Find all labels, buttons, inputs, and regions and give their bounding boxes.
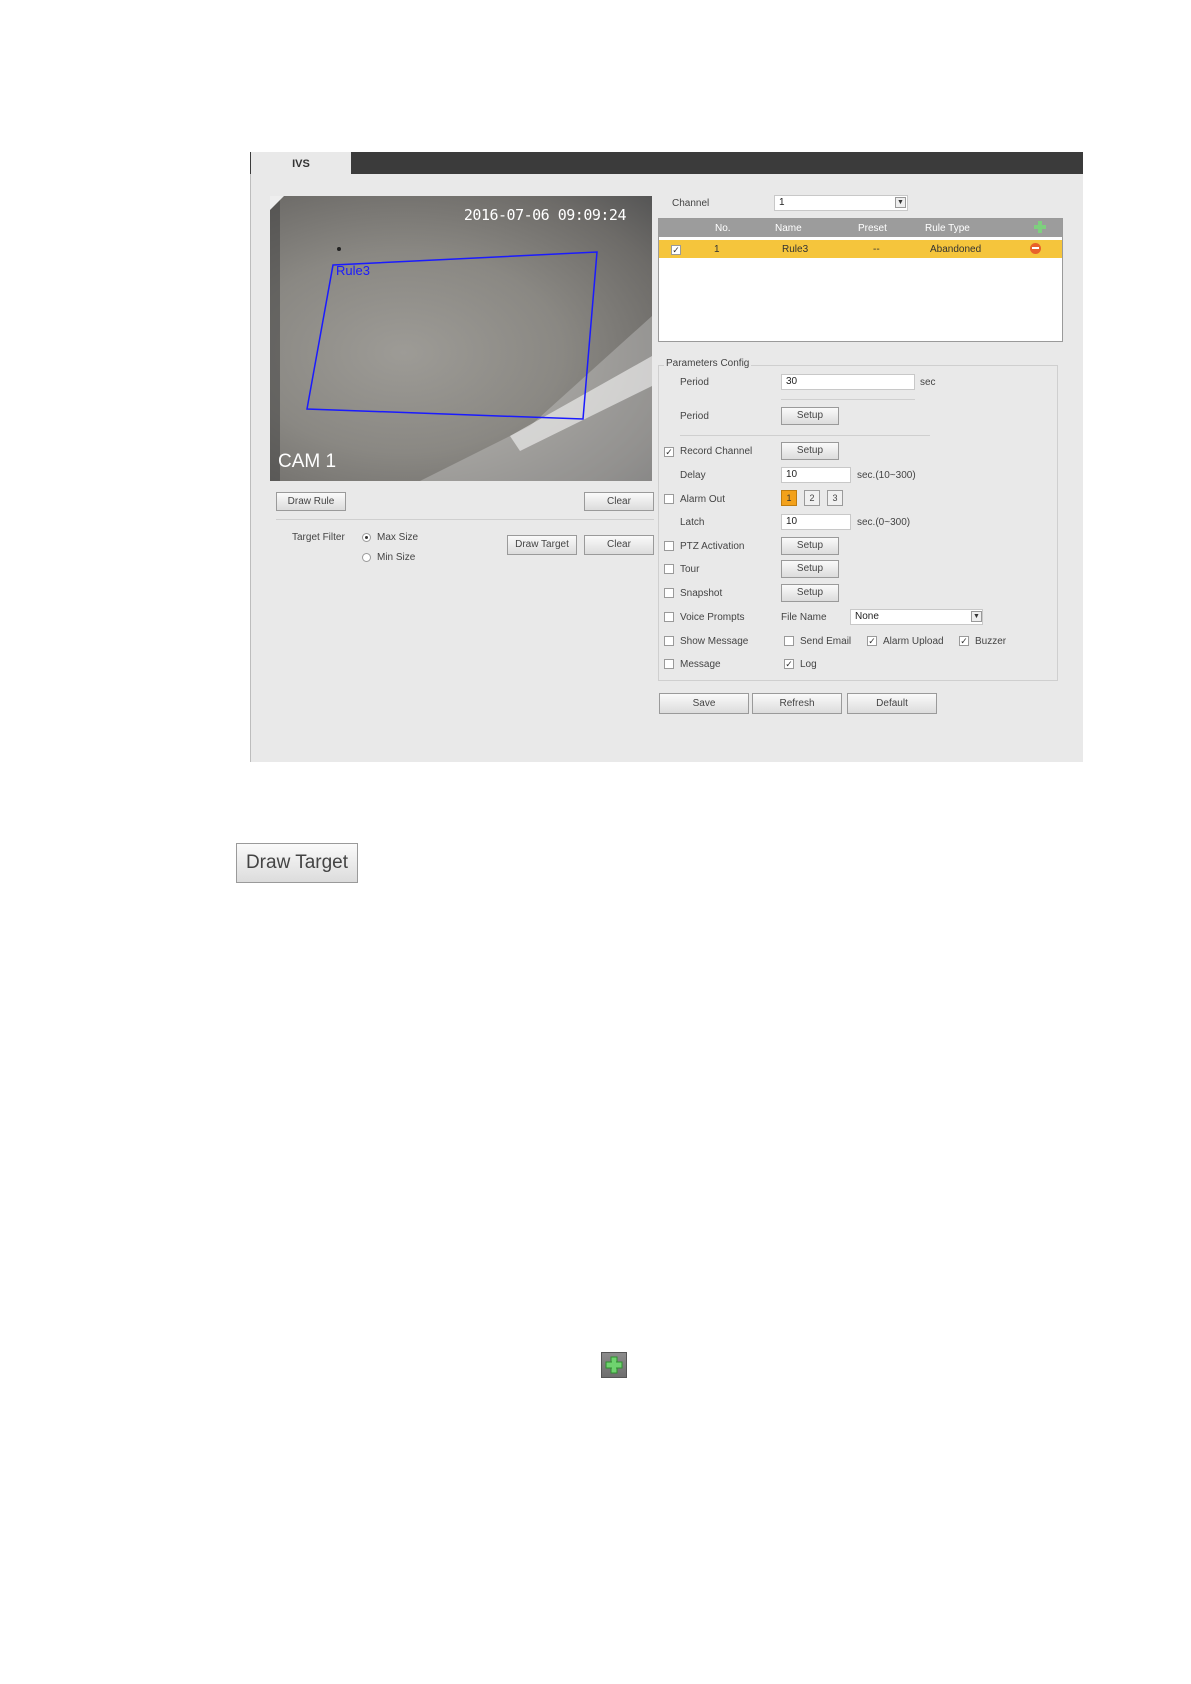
snapshot-setup-button[interactable]: Setup [781, 584, 839, 602]
record-channel-checkbox[interactable]: ✓ [664, 447, 674, 457]
show-message-checkbox[interactable] [664, 636, 674, 646]
chevron-down-icon[interactable]: ▼ [971, 611, 982, 622]
draw-target-button[interactable]: Draw Target [507, 535, 577, 555]
log-checkbox[interactable]: ✓ [784, 659, 794, 669]
max-size-label: Max Size [377, 532, 419, 543]
voice-prompts-checkbox[interactable] [664, 612, 674, 622]
voice-prompts-label: Voice Prompts [680, 612, 745, 623]
alarm-out-checkbox[interactable] [664, 494, 674, 504]
tour-checkbox[interactable] [664, 564, 674, 574]
delay-unit: sec.(10~300) [857, 470, 916, 481]
col-rule-type: Rule Type [925, 223, 970, 234]
rule-no: 1 [714, 244, 720, 255]
period-label: Period [680, 377, 709, 388]
tour-label: Tour [680, 564, 700, 575]
rule-type: Abandoned [930, 244, 982, 255]
default-button[interactable]: Default [847, 693, 937, 714]
draw-rule-button[interactable]: Draw Rule [276, 492, 346, 511]
file-name-label: File Name [781, 612, 827, 623]
alarm-upload-checkbox[interactable]: ✓ [867, 636, 877, 646]
alarm-upload-label: Alarm Upload [883, 636, 944, 647]
alarm-out-2[interactable]: 2 [804, 490, 820, 506]
add-icon[interactable] [601, 1352, 627, 1378]
rule-name: Rule3 [782, 244, 809, 255]
min-size-label: Min Size [377, 552, 416, 563]
divider [680, 435, 930, 436]
channel-label: Channel [672, 198, 710, 209]
record-setup-button[interactable]: Setup [781, 442, 839, 460]
parameters-legend: Parameters Config [664, 358, 752, 369]
delay-input[interactable]: 10 [781, 467, 851, 483]
buzzer-checkbox[interactable]: ✓ [959, 636, 969, 646]
period-setup-button[interactable]: Setup [781, 407, 839, 425]
tab-ivs[interactable]: IVS [251, 152, 351, 176]
period-input[interactable]: 30 [781, 374, 915, 390]
max-size-radio[interactable] [362, 533, 371, 542]
tour-setup-button[interactable]: Setup [781, 560, 839, 578]
channel-select[interactable]: 1 [774, 195, 908, 211]
rule-label: Rule3 [336, 263, 370, 278]
rule-preset: -- [873, 244, 880, 255]
latch-input[interactable]: 10 [781, 514, 851, 530]
log-label: Log [800, 659, 817, 670]
clear-target-button[interactable]: Clear [584, 535, 654, 555]
send-email-label: Send Email [800, 636, 852, 647]
col-name: Name [775, 223, 802, 234]
alarm-out-1[interactable]: 1 [781, 490, 797, 506]
delete-rule-icon[interactable] [1030, 243, 1041, 254]
snapshot-checkbox[interactable] [664, 588, 674, 598]
camera-label: CAM 1 [278, 451, 337, 472]
period-unit: sec [920, 377, 936, 388]
draw-target-button-large[interactable]: Draw Target [236, 843, 358, 883]
ptz-label: PTZ Activation [680, 541, 745, 552]
video-timestamp: 2016-07-06 09:09:24 [463, 206, 627, 224]
video-scene [270, 196, 652, 481]
period2-label: Period [680, 411, 709, 422]
divider [276, 519, 654, 520]
ptz-setup-button[interactable]: Setup [781, 537, 839, 555]
save-button[interactable]: Save [659, 693, 749, 714]
ptz-checkbox[interactable] [664, 541, 674, 551]
refresh-button[interactable]: Refresh [752, 693, 842, 714]
alarm-out-3[interactable]: 3 [827, 490, 843, 506]
chevron-down-icon[interactable]: ▼ [895, 197, 906, 208]
file-name-select[interactable]: None [850, 609, 983, 625]
message-checkbox[interactable] [664, 659, 674, 669]
min-size-radio[interactable] [362, 553, 371, 562]
latch-label: Latch [680, 517, 705, 528]
tab-bar [250, 152, 1083, 174]
send-email-checkbox[interactable] [784, 636, 794, 646]
show-message-label: Show Message [680, 636, 749, 647]
col-no: No. [715, 223, 731, 234]
record-channel-label: Record Channel [680, 446, 753, 457]
buzzer-label: Buzzer [975, 636, 1007, 647]
target-filter-label: Target Filter [292, 532, 345, 543]
clear-rule-button[interactable]: Clear [584, 492, 654, 511]
divider [781, 399, 915, 400]
alarm-out-label: Alarm Out [680, 494, 726, 505]
add-rule-icon[interactable] [1033, 220, 1047, 234]
snapshot-label: Snapshot [680, 588, 723, 599]
latch-unit: sec.(0~300) [857, 517, 911, 528]
delay-label: Delay [680, 470, 706, 481]
rule-enable-checkbox[interactable]: ✓ [671, 245, 681, 255]
message-label: Message [680, 659, 721, 670]
col-preset: Preset [858, 223, 887, 234]
video-preview[interactable]: 2016-07-06 09:09:24 CAM 1 Rule3 [270, 196, 652, 481]
